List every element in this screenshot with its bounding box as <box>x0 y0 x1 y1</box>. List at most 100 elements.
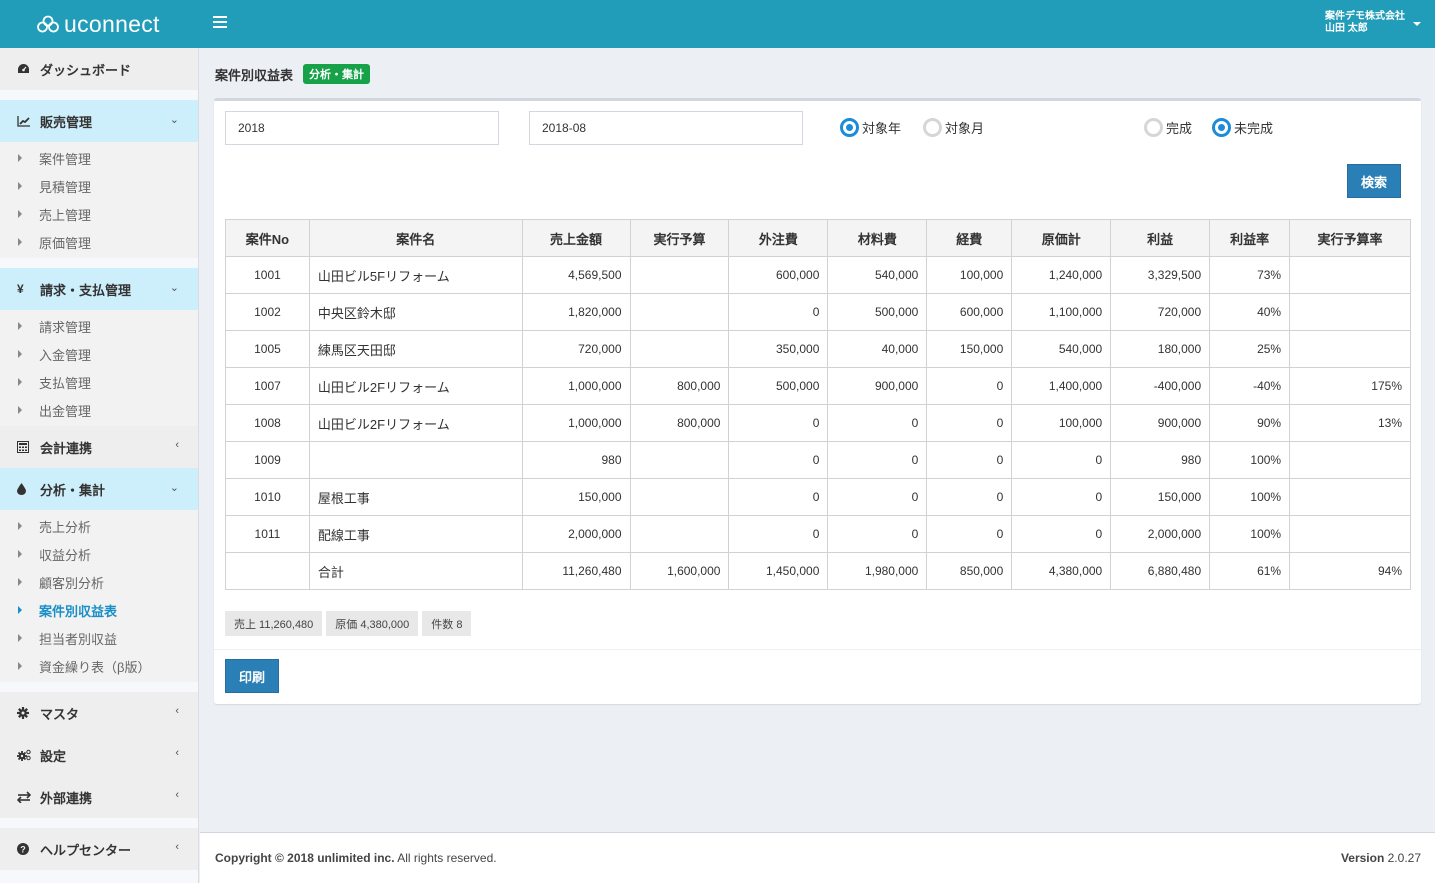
table-cell: 0 <box>728 404 829 442</box>
col-header[interactable]: 利益率 <box>1209 219 1291 257</box>
table-cell: 0 <box>1011 515 1112 553</box>
stat-count: 件数 8 <box>422 611 472 636</box>
table-cell: 1,000,000 <box>521 367 631 405</box>
sidebar-section-label: 外部連携 <box>40 790 93 806</box>
sidebar-section-help[interactable]: ? ヘルプセンター ‹ <box>0 828 198 870</box>
sidebar-section-label: 分析・集計 <box>40 482 106 498</box>
table-row[interactable]: 1005 練馬区天田邸 720,000 350,000 40,000 150,000 540… <box>225 330 1411 368</box>
col-header[interactable]: 経費 <box>926 219 1013 257</box>
sidebar-item-dashboard[interactable]: ダッシュボード <box>0 48 198 90</box>
year-input[interactable]: 2018 <box>225 111 499 145</box>
sidebar-item-staff-profit[interactable]: 担当者別収益 <box>0 624 198 652</box>
col-header[interactable]: 売上金額 <box>521 219 631 257</box>
table-row[interactable]: 1007 山田ビル2Fリフォーム 1,000,000 800,000 500,000 90… <box>225 367 1411 405</box>
table-cell: 1,600,000 <box>629 552 730 590</box>
sidebar-item-estimate[interactable]: 見積管理 <box>0 172 198 200</box>
cloud-logo-icon <box>37 15 59 33</box>
sidebar-item-profit-analysis[interactable]: 収益分析 <box>0 540 198 568</box>
sidebar-item-cashflow[interactable]: 資金繰り表（β版） <box>0 652 198 680</box>
table-cell: 900,000 <box>1110 404 1211 442</box>
caret-right-icon <box>18 210 22 218</box>
brand-logo[interactable]: uconnect <box>36 10 160 38</box>
col-header[interactable]: 実行予算率 <box>1289 219 1411 257</box>
table-cell: 40,000 <box>827 330 928 368</box>
chevron-down-icon: ⌄ <box>169 114 179 126</box>
chevron-left-icon: ‹ <box>175 789 179 801</box>
col-header[interactable]: 利益 <box>1110 219 1211 257</box>
sidebar-section-master[interactable]: マスタ ‹ <box>0 692 198 734</box>
radio-target-month[interactable]: 対象月 <box>923 118 984 137</box>
radio-completed[interactable]: 完成 <box>1144 118 1192 137</box>
table-cell: 0 <box>926 515 1013 553</box>
company-name: 案件デモ株式会社 <box>1325 11 1405 22</box>
sidebar-section-settings[interactable]: 設定 ‹ <box>0 734 198 776</box>
table-cell: 2,000,000 <box>1110 515 1211 553</box>
month-input[interactable]: 2018-08 <box>529 111 803 145</box>
table-cell: 180,000 <box>1110 330 1211 368</box>
sidebar-item-invoice[interactable]: 請求管理 <box>0 312 198 340</box>
radio-label: 対象年 <box>862 121 902 136</box>
sidebar-item-sales[interactable]: 売上管理 <box>0 200 198 228</box>
col-header[interactable]: 案件No <box>225 219 310 257</box>
col-header[interactable]: 実行予算 <box>629 219 730 257</box>
table-row[interactable]: 1010 屋根工事 150,000 0 0 0 0 150,000 100% <box>225 478 1411 516</box>
table-row[interactable]: 1009 980 0 0 0 0 980 100% <box>225 441 1411 479</box>
table-cell <box>308 441 523 479</box>
col-header[interactable]: 材料費 <box>827 219 928 257</box>
table-cell <box>629 256 730 294</box>
print-button[interactable]: 印刷 <box>225 659 279 693</box>
sidebar: ダッシュボード 販売管理 ⌄ 案件管理 見積管理 売上管理 原価管理 ¥ 請求・… <box>0 48 199 883</box>
gears-icon <box>17 749 33 761</box>
radio-incomplete[interactable]: 未完成 <box>1212 118 1273 137</box>
table-cell: 61% <box>1209 552 1291 590</box>
table-row[interactable]: 1011 配線工事 2,000,000 0 0 0 0 2,000,000 100% <box>225 515 1411 553</box>
sidebar-section-label: 販売管理 <box>40 114 93 130</box>
sidebar-item-sales-analysis[interactable]: 売上分析 <box>0 512 198 540</box>
table-total-row[interactable]: 合計 11,260,480 1,600,000 1,450,000 1,980,000 8… <box>225 552 1411 590</box>
sidebar-item-customer-analysis[interactable]: 顧客別分析 <box>0 568 198 596</box>
table-cell <box>629 441 730 479</box>
sidebar-item-receipt[interactable]: 入金管理 <box>0 340 198 368</box>
sidebar-item-project-profit[interactable]: 案件別収益表 <box>0 596 198 624</box>
main-content: 案件別収益表 分析・集計 2018 2018-08 対象年 対象月 完成 未完成… <box>200 48 1435 832</box>
sidebar-section-billing[interactable]: ¥ 請求・支払管理 ⌄ <box>0 268 198 310</box>
report-panel: 2018 2018-08 対象年 対象月 完成 未完成 検索 案件No 案件名 … <box>214 98 1421 704</box>
search-button[interactable]: 検索 <box>1347 164 1401 198</box>
caret-right-icon <box>18 182 22 190</box>
caret-right-icon <box>18 662 22 670</box>
sidebar-item-label: 案件別収益表 <box>39 603 118 619</box>
sidebar-section-sales[interactable]: 販売管理 ⌄ <box>0 100 198 142</box>
table-cell: -400,000 <box>1110 367 1211 405</box>
sidebar-section-accounting[interactable]: 会計連携 ‹ <box>0 426 198 468</box>
calculator-icon <box>17 441 33 453</box>
table-cell: 94% <box>1289 552 1411 590</box>
radio-checked-icon <box>840 118 859 137</box>
table-row[interactable]: 1008 山田ビル2Fリフォーム 1,000,000 800,000 0 0 0 100,00… <box>225 404 1411 442</box>
copyright-text: All rights reserved. <box>394 851 497 865</box>
sidebar-item-disbursement[interactable]: 出金管理 <box>0 396 198 424</box>
radio-label: 完成 <box>1166 121 1193 136</box>
page-title: 案件別収益表 <box>215 67 294 83</box>
copyright: Copyright © 2018 unlimited inc. All righ… <box>215 851 497 865</box>
sidebar-item-payment[interactable]: 支払管理 <box>0 368 198 396</box>
table-row[interactable]: 1001 山田ビル5Fリフォーム 4,569,500 600,000 540,000 10… <box>225 256 1411 294</box>
table-cell <box>1289 256 1411 294</box>
table-cell: 500,000 <box>827 293 928 331</box>
table-row[interactable]: 1002 中央区鈴木邸 1,820,000 0 500,000 600,000 1,100,… <box>225 293 1411 331</box>
table-cell: 540,000 <box>827 256 928 294</box>
table-cell: 800,000 <box>629 404 730 442</box>
sidebar-section-integration[interactable]: 外部連携 ‹ <box>0 776 198 818</box>
sidebar-item-project[interactable]: 案件管理 <box>0 144 198 172</box>
radio-target-year[interactable]: 対象年 <box>840 118 901 137</box>
col-header[interactable]: 原価計 <box>1011 219 1112 257</box>
table-cell: 90% <box>1209 404 1291 442</box>
col-header[interactable]: 案件名 <box>308 219 523 257</box>
sidebar-section-analysis[interactable]: 分析・集計 ⌄ <box>0 468 198 510</box>
chevron-left-icon: ‹ <box>175 747 179 759</box>
col-header[interactable]: 外注費 <box>728 219 829 257</box>
user-menu[interactable]: 案件デモ株式会社 山田 太郎 <box>1325 11 1421 35</box>
sidebar-item-cost[interactable]: 原価管理 <box>0 228 198 256</box>
menu-toggle-icon[interactable] <box>213 16 227 30</box>
caret-right-icon <box>18 238 22 246</box>
sidebar-item-label: ダッシュボード <box>40 62 132 78</box>
